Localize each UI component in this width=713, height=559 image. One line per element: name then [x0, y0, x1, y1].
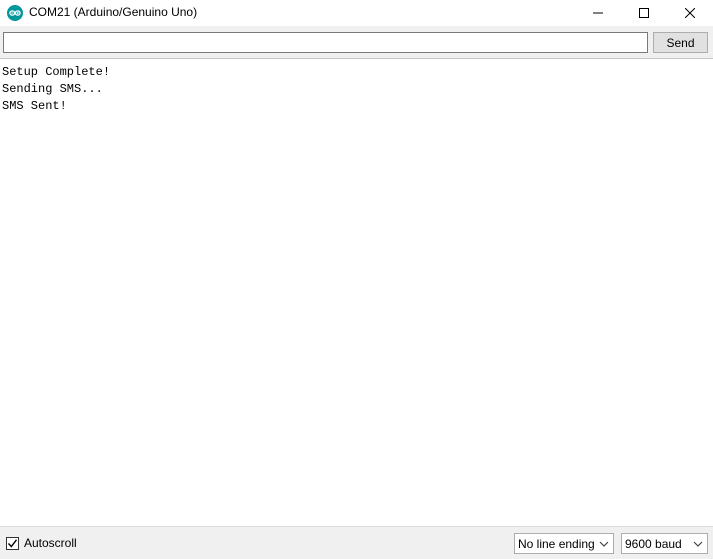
line-ending-select[interactable]: No line ending	[514, 533, 614, 554]
command-bar: Send	[0, 26, 713, 58]
status-bar: Autoscroll No line ending 9600 baud	[0, 526, 713, 559]
minimize-icon	[593, 12, 603, 14]
maximize-icon	[639, 8, 649, 18]
chevron-down-icon	[599, 541, 609, 547]
title-bar: COM21 (Arduino/Genuino Uno)	[0, 0, 713, 26]
output-line: Setup Complete!	[2, 65, 111, 79]
autoscroll-checkbox[interactable]	[6, 536, 19, 550]
output-line: SMS Sent!	[2, 99, 67, 113]
autoscroll-label: Autoscroll	[24, 536, 77, 550]
baud-rate-select[interactable]: 9600 baud	[621, 533, 708, 554]
checkmark-icon	[7, 538, 18, 548]
close-button[interactable]	[667, 0, 713, 26]
line-ending-value: No line ending	[518, 536, 595, 551]
baud-rate-value: 9600 baud	[625, 536, 682, 551]
serial-output[interactable]: Setup Complete! Sending SMS... SMS Sent!	[0, 58, 713, 526]
arduino-logo-icon	[7, 5, 23, 21]
autoscroll-toggle[interactable]: Autoscroll	[6, 536, 77, 550]
serial-input[interactable]	[3, 32, 648, 53]
maximize-button[interactable]	[621, 0, 667, 26]
minimize-button[interactable]	[575, 0, 621, 26]
send-button[interactable]: Send	[653, 32, 708, 53]
close-icon	[685, 8, 695, 18]
window-title: COM21 (Arduino/Genuino Uno)	[29, 5, 198, 19]
output-line: Sending SMS...	[2, 82, 103, 96]
chevron-down-icon	[693, 541, 703, 547]
